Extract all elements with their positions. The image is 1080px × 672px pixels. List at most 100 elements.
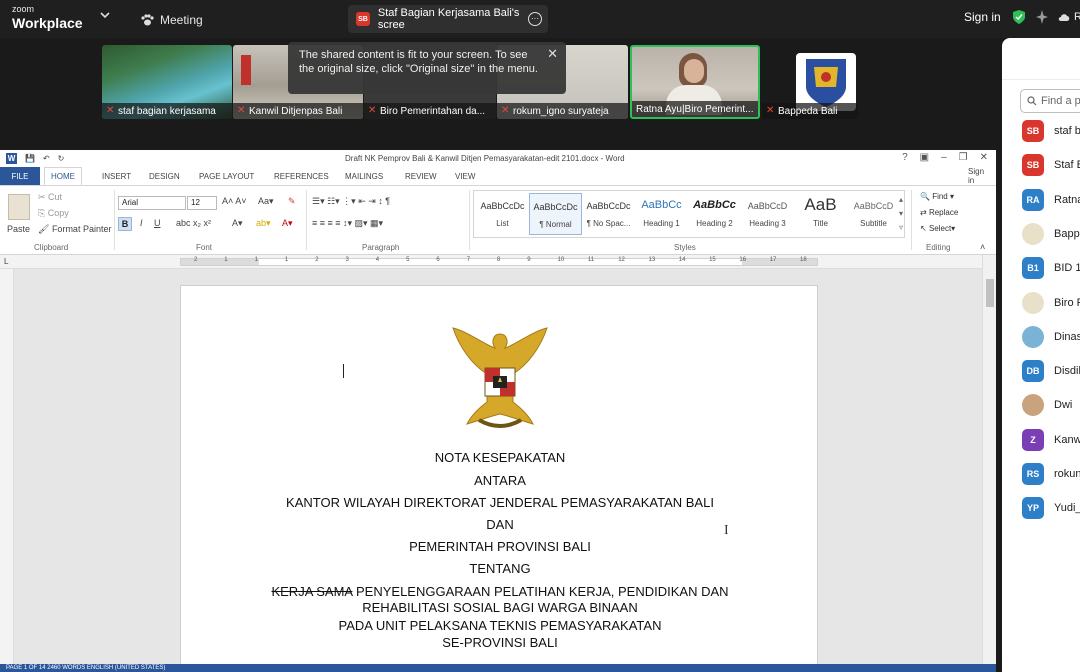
style-normal[interactable]: AaBbCcDc ¶ Normal	[529, 193, 582, 235]
doc-line-5[interactable]: PEMERINTAH PROVINSI BALI	[181, 539, 819, 554]
participant-row[interactable]: SB staf b	[1022, 120, 1080, 142]
find-button[interactable]: 🔍 Find ▾	[920, 192, 954, 201]
doc-line-6[interactable]: TENTANG	[181, 561, 819, 576]
save-icon[interactable]: 💾	[25, 154, 35, 163]
video-tile[interactable]: ✕ Bappeda Bali	[762, 45, 858, 119]
video-tile[interactable]: ✕ staf bagian kerjasama	[102, 45, 232, 119]
paste-icon[interactable]	[8, 194, 30, 220]
vertical-scrollbar[interactable]	[982, 255, 996, 665]
zoom-sign-in-link[interactable]: Sign in	[964, 10, 1001, 24]
cloud-icon	[1058, 14, 1070, 21]
tab-page-layout[interactable]: PAGE LAYOUT	[193, 167, 260, 185]
word-status-bar: PAGE 1 OF 14 2460 WORDS ENGLISH (UNITED …	[0, 664, 996, 672]
styles-scroll-icon[interactable]: ▴ ▾ ▿	[899, 193, 903, 235]
document-page[interactable]: NOTA KESEPAKATAN ANTARA KANTOR WILAYAH D…	[180, 285, 818, 672]
tab-insert[interactable]: INSERT	[96, 167, 137, 185]
cut-label: Cut	[48, 192, 63, 202]
italic-button[interactable]: I	[140, 218, 143, 228]
doc-line-8[interactable]: REHABILITASI SOSIAL BAGI WARGA BINAAN	[181, 600, 819, 615]
help-icon[interactable]: ?	[902, 152, 908, 163]
bullets-icon[interactable]: ☰▾ ☷▾ ⋮▾ ⇤ ⇥ ↕ ¶	[312, 196, 390, 207]
close-icon[interactable]: ✕	[547, 47, 558, 61]
cut-button[interactable]: ✂ Cut	[38, 192, 62, 203]
participant-search-input[interactable]: Find a p	[1020, 89, 1080, 113]
paste-button[interactable]: Paste	[7, 224, 30, 234]
tile-name: Biro Pemerintahan da...	[380, 105, 486, 117]
grow-font-icon[interactable]: A˄ A˅	[222, 196, 247, 206]
tab-design[interactable]: DESIGN	[143, 167, 186, 185]
doc-line-3[interactable]: KANTOR WILAYAH DIREKTORAT JENDERAL PEMAS…	[181, 495, 819, 510]
participant-row[interactable]: RA Ratna	[1022, 188, 1080, 211]
participant-row[interactable]: RS rokun	[1022, 463, 1080, 485]
style-heading-3[interactable]: AaBbCcD Heading 3	[741, 193, 794, 235]
style-title[interactable]: AaB Title	[794, 193, 847, 235]
style-list[interactable]: AaBbCcDc List	[476, 193, 529, 235]
share-title: Staf Bagian Kerjasama Bali's scree	[377, 7, 520, 31]
vertical-ruler[interactable]	[0, 269, 14, 672]
more-options-icon[interactable]: ···	[528, 12, 542, 26]
close-icon[interactable]: ✕	[980, 152, 988, 163]
participant-row[interactable]: SB Staf B	[1022, 154, 1080, 177]
ruler-number: 3	[345, 257, 349, 263]
replace-button[interactable]: ⇄ Replace	[920, 208, 958, 217]
ribbon-display-icon[interactable]: ▣	[920, 152, 929, 163]
font-name-select[interactable]: Arial	[118, 196, 186, 210]
chevron-down-icon[interactable]	[98, 8, 112, 22]
minimize-icon[interactable]: –	[941, 152, 947, 163]
participant-row[interactable]: Dinas	[1022, 325, 1080, 348]
document-canvas[interactable]: NOTA KESEPAKATAN ANTARA KANTOR WILAYAH D…	[14, 269, 982, 672]
clear-formatting-icon[interactable]: ✎	[288, 196, 296, 207]
tab-references[interactable]: REFERENCES	[268, 167, 335, 185]
font-size-select[interactable]: 12	[187, 196, 217, 210]
underline-button[interactable]: U	[154, 218, 161, 228]
style-no-spacing[interactable]: AaBbCcDc ¶ No Spac...	[582, 193, 635, 235]
sparkle-icon[interactable]	[1035, 9, 1049, 25]
format-painter-button[interactable]: 🖌 Format Painter	[38, 224, 111, 235]
select-button[interactable]: ↖ Select▾	[920, 224, 955, 233]
doc-line-7[interactable]: KERJA SAMA PENYELENGGARAAN PELATIHAN KER…	[181, 584, 819, 599]
redo-icon[interactable]: ↻	[58, 154, 65, 163]
align-icons[interactable]: ≡ ≡ ≡ ≡ ↕▾ ▨▾ ▦▾	[312, 218, 383, 229]
replace-label: Replace	[928, 208, 959, 217]
bold-button[interactable]: B	[118, 217, 132, 231]
participant-row[interactable]: Dwi	[1022, 394, 1072, 417]
participant-row[interactable]: Bapp	[1022, 222, 1080, 245]
restore-icon[interactable]: ❐	[959, 152, 968, 163]
doc-line-2[interactable]: ANTARA	[181, 473, 819, 488]
tab-selector[interactable]: L	[4, 257, 8, 266]
font-color-icon[interactable]: A▾	[282, 218, 293, 229]
meeting-tab[interactable]: Meeting	[140, 10, 203, 30]
style-heading-2[interactable]: AaBbCc Heading 2	[688, 193, 741, 235]
style-subtitle[interactable]: AaBbCcD Subtitle	[847, 193, 900, 235]
cloud-status[interactable]: R	[1058, 11, 1080, 23]
screen-share-tab[interactable]: SB Staf Bagian Kerjasama Bali's scree ··…	[348, 5, 548, 33]
word-sign-in[interactable]: Sign in	[962, 167, 996, 185]
participant-row[interactable]: YP Yudi_	[1022, 497, 1080, 520]
doc-line-9[interactable]: PADA UNIT PELAKSANA TEKNIS PEMASYARAKATA…	[181, 618, 819, 633]
horizontal-ruler[interactable]: L 2 1 1 1 2 3 4 5 6 7 8 9 10 11 12 13 14 15 16 17 18	[0, 255, 996, 269]
highlight-icon[interactable]: ab▾	[256, 218, 271, 229]
style-heading-1[interactable]: AaBbCc Heading 1	[635, 193, 688, 235]
doc-line-1[interactable]: NOTA KESEPAKATAN	[181, 450, 819, 465]
tab-mailings[interactable]: MAILINGS	[339, 167, 389, 185]
tab-file[interactable]: FILE	[0, 167, 40, 185]
collapse-ribbon-icon[interactable]: ˄	[980, 242, 985, 252]
participant-row[interactable]: Biro P	[1022, 291, 1080, 314]
tab-home[interactable]: HOME	[44, 167, 82, 185]
participants-panel: Find a p SB staf b SB Staf B RA Ratna Bapp B1 BI…	[1002, 38, 1080, 672]
doc-line-10[interactable]: SE-PROVINSI BALI	[181, 635, 819, 650]
strikethrough-icon[interactable]: abc x₂ x²	[176, 218, 211, 228]
text-effects-icon[interactable]: A▾	[232, 218, 243, 229]
style-sample: AaBbCcDc	[586, 201, 631, 211]
copy-button[interactable]: ⎘ Copy	[38, 208, 69, 219]
tab-review[interactable]: REVIEW	[399, 167, 443, 185]
shield-icon[interactable]	[1012, 9, 1026, 25]
participant-row[interactable]: Z Kanw	[1022, 428, 1080, 451]
change-case-icon[interactable]: Aa▾	[258, 196, 274, 207]
participant-row[interactable]: DB Disdil	[1022, 360, 1080, 383]
scroll-thumb[interactable]	[986, 279, 994, 307]
participant-row[interactable]: B1 BID 1	[1022, 257, 1080, 280]
tab-view[interactable]: VIEW	[449, 167, 481, 185]
video-tile-active-speaker[interactable]: Ratna Ayu|Biro Pemerint...	[630, 45, 760, 119]
undo-icon[interactable]: ↶	[43, 154, 50, 163]
